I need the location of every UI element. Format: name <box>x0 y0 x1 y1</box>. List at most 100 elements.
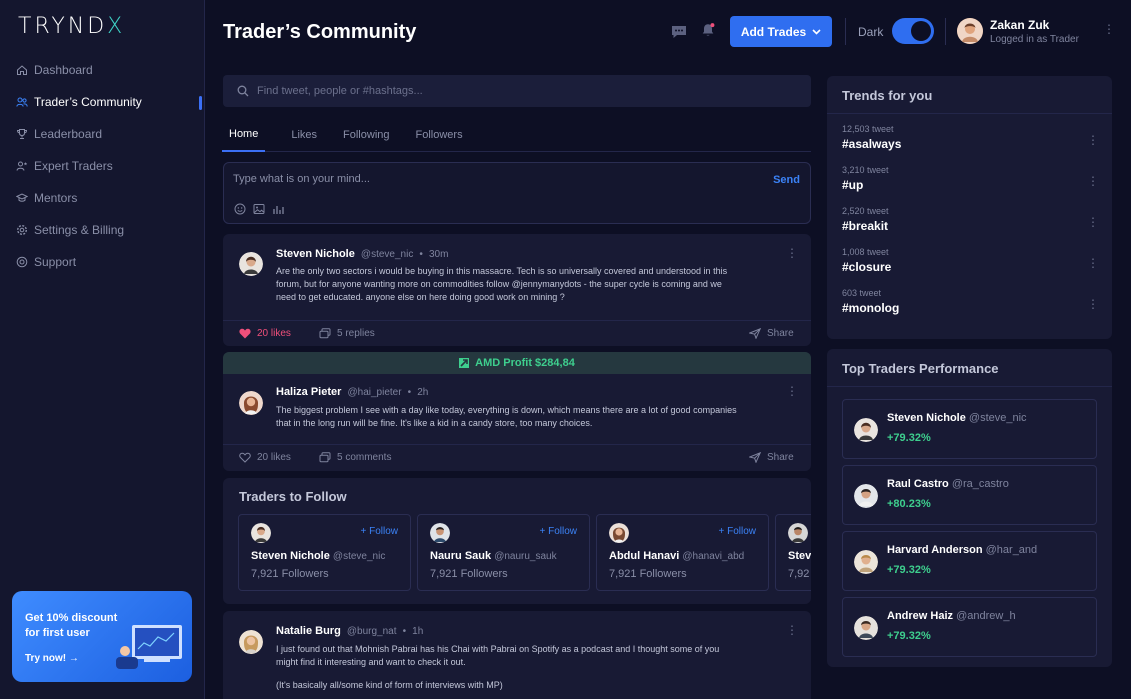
tab-followers[interactable]: Followers <box>416 118 463 152</box>
follower-count: 7,921 Followers <box>251 568 329 580</box>
trend-item[interactable]: 12,503 tweet #asalways ⋮ <box>842 124 1099 164</box>
sidebar-item-leaderboard[interactable]: Leaderboard <box>0 118 205 150</box>
avatar[interactable] <box>239 391 263 415</box>
divider <box>827 113 1112 114</box>
image-icon[interactable] <box>253 203 265 215</box>
section-title: Traders to Follow <box>239 489 347 504</box>
post-header: Haliza Pieter @hai_pieter • 2h <box>276 386 428 398</box>
avatar[interactable] <box>239 252 263 276</box>
send-icon <box>749 452 761 463</box>
follow-button[interactable]: + Follow <box>539 526 577 537</box>
share-button[interactable]: Share <box>749 328 794 339</box>
post-author-name[interactable]: Natalie Burg <box>276 625 341 637</box>
dot-separator: • <box>407 387 412 398</box>
trader-display-name: Stev <box>788 550 811 562</box>
like-button[interactable]: 20 likes <box>239 452 291 463</box>
share-label: Share <box>767 328 794 339</box>
like-button[interactable]: 20 likes <box>239 328 291 339</box>
trader-handle: @andrew_h <box>956 610 1016 622</box>
trader-handle: @hanavi_abd <box>682 551 745 562</box>
chart-icon[interactable] <box>272 203 284 215</box>
sidebar-item-expert-traders[interactable]: Expert Traders <box>0 150 205 182</box>
dark-mode-toggle[interactable] <box>892 18 934 44</box>
trader-display-name: Nauru Sauk <box>430 550 492 562</box>
more-vertical-icon[interactable]: ⋮ <box>786 624 798 636</box>
performance-value: +79.32% <box>887 564 931 576</box>
more-vertical-icon[interactable]: ⋮ <box>1087 134 1099 146</box>
add-trades-button[interactable]: Add Trades <box>730 16 832 47</box>
top-trader-card[interactable]: Raul Castro @ra_castro +80.23% <box>842 465 1097 525</box>
post-time: 2h <box>417 387 429 398</box>
top-trader-card[interactable]: Steven Nichole @steve_nic +79.32% <box>842 399 1097 459</box>
more-vertical-icon[interactable]: ⋮ <box>1087 216 1099 228</box>
users-icon <box>16 96 28 108</box>
tab-likes[interactable]: Likes <box>291 118 317 152</box>
divider <box>845 18 846 45</box>
chevron-down-icon <box>812 28 821 35</box>
follow-button[interactable]: + Follow <box>718 526 756 537</box>
user-avatar[interactable] <box>957 18 983 44</box>
post-body: I just found out that Mohnish Pabrai has… <box>276 643 796 692</box>
user-name: Zakan Zuk <box>990 18 1050 32</box>
more-vertical-icon[interactable]: ⋮ <box>1087 298 1099 310</box>
top-trader-card[interactable]: Harvard Anderson @har_and +79.32% <box>842 531 1097 591</box>
sidebar-item-traders-community[interactable]: Trader’s Community <box>0 86 205 118</box>
composer-toolbar <box>234 203 284 215</box>
divider <box>827 386 1112 387</box>
emoji-icon[interactable] <box>234 203 246 215</box>
post-time: 1h <box>412 626 424 637</box>
trader-display-name: Raul Castro <box>887 478 949 490</box>
app-logo[interactable]: TRYNDX <box>18 14 125 39</box>
sidebar-item-support[interactable]: Support <box>0 246 205 278</box>
performance-value: +79.32% <box>887 630 931 642</box>
trend-item[interactable]: 3,210 tweet #up ⋮ <box>842 165 1099 205</box>
reply-button[interactable]: 5 replies <box>319 328 375 339</box>
top-traders-panel: Top Traders Performance Steven Nichole @… <box>827 349 1112 667</box>
divider <box>945 18 946 45</box>
share-button[interactable]: Share <box>749 452 794 463</box>
tab-following[interactable]: Following <box>343 118 389 152</box>
trend-count: 12,503 tweet <box>842 124 894 134</box>
chat-icon[interactable] <box>670 24 688 40</box>
profit-label: AMD Profit $284,84 <box>475 357 575 369</box>
follow-card[interactable]: Stev 7,92 <box>775 514 811 591</box>
more-vertical-icon[interactable]: ⋮ <box>786 385 798 397</box>
more-vertical-icon[interactable]: ⋮ <box>1087 175 1099 187</box>
trend-count: 1,008 tweet <box>842 247 889 257</box>
page-title: Trader’s Community <box>223 21 417 43</box>
panel-title: Trends for you <box>842 88 933 103</box>
like-count: 20 likes <box>257 452 291 463</box>
follower-count: 7,921 Followers <box>609 568 687 580</box>
composer-input[interactable] <box>233 173 733 185</box>
avatar[interactable] <box>239 630 263 654</box>
sidebar-item-dashboard[interactable]: Dashboard <box>0 54 205 86</box>
sidebar-item-mentors[interactable]: Mentors <box>0 182 205 214</box>
search-input[interactable] <box>257 85 757 97</box>
trend-item[interactable]: 1,008 tweet #closure ⋮ <box>842 247 1099 287</box>
more-vertical-icon[interactable]: ⋮ <box>1103 23 1115 35</box>
post-author-name[interactable]: Steven Nichole <box>276 248 355 260</box>
trend-item[interactable]: 603 tweet #monolog ⋮ <box>842 288 1099 328</box>
trader-name: Nauru Sauk @nauru_sauk <box>430 550 557 562</box>
top-trader-card[interactable]: Andrew Haiz @andrew_h +79.32% <box>842 597 1097 657</box>
follow-card[interactable]: + Follow Steven Nichole @steve_nic 7,921… <box>238 514 411 591</box>
comment-button[interactable]: 5 comments <box>319 452 391 463</box>
sidebar-item-settings-billing[interactable]: Settings & Billing <box>0 214 205 246</box>
gear-icon <box>16 224 28 236</box>
promo-card[interactable]: Get 10% discount for first user Try now!… <box>12 591 192 682</box>
post-text-line: Are the only two sectors i would be buyi… <box>276 266 728 276</box>
trend-item[interactable]: 2,520 tweet #breakit ⋮ <box>842 206 1099 246</box>
post-header: Natalie Burg @burg_nat • 1h <box>276 625 423 637</box>
promo-cta-link[interactable]: Try now! → <box>25 653 79 664</box>
more-vertical-icon[interactable]: ⋮ <box>786 247 798 259</box>
post-author-name[interactable]: Haliza Pieter <box>276 386 341 398</box>
follow-card[interactable]: + Follow Abdul Hanavi @hanavi_abd 7,921 … <box>596 514 769 591</box>
tab-home[interactable]: Home <box>222 118 266 152</box>
avatar <box>609 523 629 543</box>
more-vertical-icon[interactable]: ⋮ <box>1087 257 1099 269</box>
follow-card[interactable]: + Follow Nauru Sauk @nauru_sauk 7,921 Fo… <box>417 514 590 591</box>
follow-button[interactable]: + Follow <box>360 526 398 537</box>
bell-icon[interactable] <box>699 22 717 38</box>
send-button[interactable]: Send <box>773 174 800 186</box>
post-body: The biggest problem I see with a day lik… <box>276 404 796 430</box>
